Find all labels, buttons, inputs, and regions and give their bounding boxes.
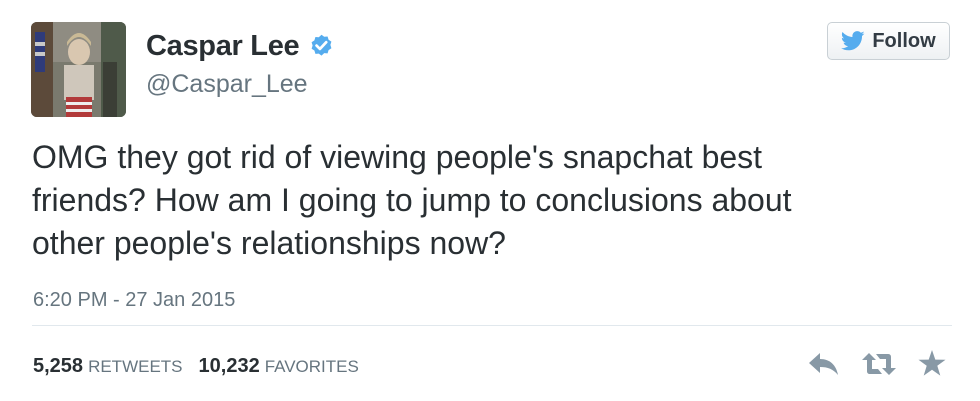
tweet-timestamp[interactable]: 6:20 PM - 27 Jan 2015 — [33, 289, 235, 312]
display-name[interactable]: Caspar Lee — [146, 30, 300, 63]
verified-badge-icon — [311, 34, 332, 56]
favorites-count[interactable]: 10,232 — [199, 355, 260, 378]
follow-button[interactable]: Follow — [827, 22, 950, 60]
tweet-actions — [808, 350, 946, 377]
retweets-label[interactable]: RETWEETS — [88, 357, 182, 377]
tweet-text-line: other people's relationships now? — [32, 225, 506, 261]
favorites-label[interactable]: FAVORITES — [265, 357, 359, 377]
favorite-icon[interactable] — [918, 350, 946, 377]
tweet-text-line: OMG they got rid of viewing people's sna… — [32, 139, 763, 175]
tweet-stats: 5,258 RETWEETS 10,232 FAVORITES — [33, 355, 375, 378]
retweets-count[interactable]: 5,258 — [33, 355, 83, 378]
follow-label: Follow — [872, 29, 936, 52]
tweet-card: Caspar Lee @Caspar_Lee Follow OMG they g… — [0, 0, 980, 401]
name-row: Caspar Lee — [146, 28, 335, 64]
avatar-photo — [31, 22, 126, 117]
avatar[interactable] — [31, 22, 126, 117]
divider — [32, 325, 952, 326]
tweet-text: OMG they got rid of viewing people's sna… — [32, 136, 932, 265]
user-handle[interactable]: @Caspar_Lee — [146, 70, 308, 99]
retweet-icon[interactable] — [862, 351, 896, 377]
tweet-text-line: friends? How am I going to jump to concl… — [32, 182, 792, 218]
twitter-bird-icon — [841, 31, 865, 51]
reply-icon[interactable] — [808, 351, 840, 377]
